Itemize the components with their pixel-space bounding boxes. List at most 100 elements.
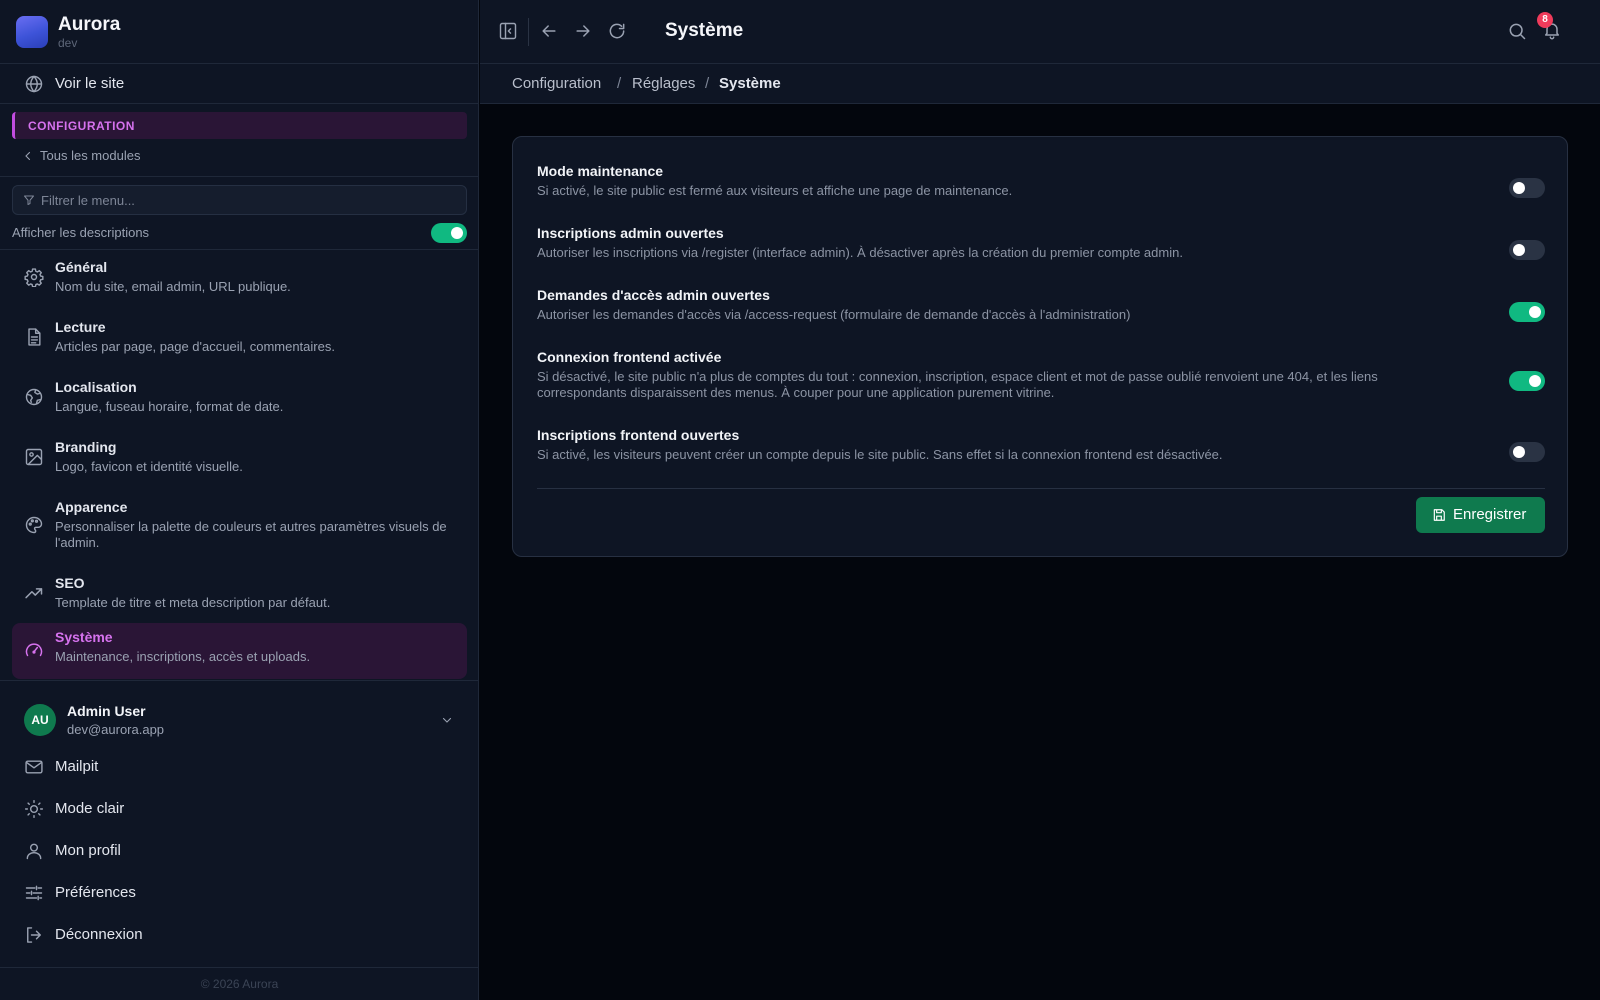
setting-admin-registration: Inscriptions admin ouvertes Autoriser le…	[537, 225, 1545, 267]
setting-admin-access-requests: Demandes d'accès admin ouvertes Autorise…	[537, 287, 1545, 329]
logout-link[interactable]: Déconnexion	[0, 915, 479, 955]
menu-filter[interactable]	[12, 185, 467, 215]
palette-icon	[24, 515, 44, 535]
back-arrow-icon[interactable]	[539, 21, 559, 41]
view-site-label: Voir le site	[55, 75, 125, 92]
app-logo[interactable]	[16, 16, 48, 48]
section-label: CONFIGURATION	[28, 119, 135, 133]
save-button-label: Enregistrer	[1453, 506, 1527, 523]
document-icon	[24, 327, 44, 347]
show-descriptions-row: Afficher les descriptions	[12, 222, 467, 244]
sidebar-item-desc: Personnaliser la palette de couleurs et …	[55, 519, 447, 550]
section-banner: CONFIGURATION	[12, 112, 467, 139]
top-bar: Système 8	[480, 0, 1600, 64]
sidebar-item-title: Localisation	[55, 379, 137, 395]
show-descriptions-label: Afficher les descriptions	[12, 225, 150, 240]
admin-registration-toggle[interactable]	[1509, 240, 1545, 260]
sidebar-link-label: Mailpit	[55, 758, 99, 775]
chevron-down-icon[interactable]	[441, 714, 453, 726]
frontend-login-toggle[interactable]	[1509, 371, 1545, 391]
breadcrumb-separator: /	[705, 75, 710, 92]
sidebar-item-branding[interactable]: Branding Logo, favicon et identité visue…	[12, 435, 467, 487]
sidebar-link-label: Préférences	[55, 884, 136, 901]
avatar: AU	[24, 704, 56, 736]
all-modules-label: Tous les modules	[40, 148, 141, 163]
sidebar-item-desc: Maintenance, inscriptions, accès et uplo…	[55, 649, 311, 664]
sliders-icon	[24, 883, 44, 903]
globe-icon	[24, 74, 44, 94]
setting-desc: Si activé, les visiteurs peuvent créer u…	[537, 447, 1223, 462]
sidebar-item-lecture[interactable]: Lecture Articles par page, page d'accuei…	[12, 315, 467, 367]
logout-icon	[24, 925, 44, 945]
setting-title: Inscriptions frontend ouvertes	[537, 427, 740, 443]
sidebar-item-title: SEO	[55, 575, 85, 591]
filter-icon	[23, 194, 35, 206]
forward-arrow-icon[interactable]	[573, 21, 593, 41]
user-name: Admin User	[67, 703, 146, 719]
chevron-left-icon	[22, 150, 34, 162]
setting-frontend-registration: Inscriptions frontend ouvertes Si activé…	[537, 427, 1545, 469]
sidebar-link-profile[interactable]: Mon profil	[0, 831, 479, 871]
trending-up-icon	[24, 583, 44, 603]
sidebar-item-desc: Nom du site, email admin, URL publique.	[55, 279, 291, 294]
search-icon[interactable]	[1507, 21, 1527, 41]
menu-filter-input[interactable]	[41, 191, 441, 209]
sidebar-item-title: Branding	[55, 439, 117, 455]
user-menu[interactable]: AU Admin User dev@aurora.app	[0, 690, 479, 750]
app-name: Aurora	[58, 14, 121, 35]
sidebar-item-desc: Langue, fuseau horaire, format de date.	[55, 399, 284, 414]
sidebar-item-title: Général	[55, 259, 108, 275]
refresh-icon[interactable]	[607, 21, 627, 41]
theme-toggle[interactable]: Mode clair	[0, 789, 479, 829]
sidebar-link-label: Mon profil	[55, 842, 121, 859]
breadcrumb-item[interactable]: Configuration	[512, 75, 601, 92]
setting-desc: Si activé, le site public est fermé aux …	[537, 183, 1013, 198]
sidebar-item-desc: Logo, favicon et identité visuelle.	[55, 459, 243, 474]
gauge-icon	[24, 640, 44, 660]
sidebar-item-title: Lecture	[55, 319, 106, 335]
frontend-registration-toggle[interactable]	[1509, 442, 1545, 462]
user-icon	[24, 841, 44, 861]
maintenance-toggle[interactable]	[1509, 178, 1545, 198]
show-descriptions-toggle[interactable]	[431, 223, 467, 243]
sidebar-item-title: Système	[55, 629, 113, 645]
divider	[0, 176, 479, 177]
divider	[0, 680, 479, 681]
sidebar-item-seo[interactable]: SEO Template de titre et meta descriptio…	[12, 571, 467, 623]
setting-desc: Si désactivé, le site public n'a plus de…	[537, 369, 1378, 400]
sidebar-link-label: Déconnexion	[55, 926, 143, 943]
divider	[0, 967, 479, 968]
breadcrumb-item[interactable]: Réglages	[632, 75, 695, 92]
setting-title: Connexion frontend activée	[537, 349, 722, 365]
setting-desc: Autoriser les demandes d'accès via /acce…	[537, 307, 1131, 322]
setting-title: Mode maintenance	[537, 163, 664, 179]
view-site-link[interactable]: Voir le site	[0, 64, 479, 104]
sidebar-item-general[interactable]: Général Nom du site, email admin, URL pu…	[12, 255, 467, 307]
setting-title: Inscriptions admin ouvertes	[537, 225, 724, 241]
sidebar-toggle-icon[interactable]	[498, 21, 518, 41]
setting-frontend-login: Connexion frontend activée Si désactivé,…	[537, 349, 1545, 407]
sidebar-link-mailpit[interactable]: Mailpit	[0, 747, 479, 787]
save-icon	[1432, 508, 1446, 522]
breadcrumb: Configuration / Réglages / Système	[480, 64, 1600, 104]
breadcrumb-separator: /	[617, 75, 622, 92]
sidebar-item-systeme[interactable]: Système Maintenance, inscriptions, accès…	[12, 623, 467, 679]
app-env: dev	[58, 36, 78, 50]
sidebar-item-localisation[interactable]: Localisation Langue, fuseau horaire, for…	[12, 375, 467, 427]
admin-access-requests-toggle[interactable]	[1509, 302, 1545, 322]
notification-badge: 8	[1537, 12, 1553, 28]
save-button[interactable]: Enregistrer	[1416, 497, 1545, 533]
earth-icon	[24, 387, 44, 407]
page-title: Système	[665, 20, 744, 41]
setting-maintenance: Mode maintenance Si activé, le site publ…	[537, 163, 1545, 205]
divider	[0, 249, 479, 250]
breadcrumb-current: Système	[719, 75, 781, 92]
sidebar-item-desc: Template de titre et meta description pa…	[55, 595, 331, 610]
divider	[537, 488, 1545, 489]
sidebar: Aurora dev Voir le site CONFIGURATION To…	[0, 0, 479, 1000]
setting-title: Demandes d'accès admin ouvertes	[537, 287, 770, 303]
sidebar-link-preferences[interactable]: Préférences	[0, 873, 479, 913]
sidebar-item-apparence[interactable]: Apparence Personnaliser la palette de co…	[12, 495, 467, 563]
sidebar-link-label: Mode clair	[55, 800, 125, 817]
copyright: © 2026 Aurora	[200, 977, 279, 991]
